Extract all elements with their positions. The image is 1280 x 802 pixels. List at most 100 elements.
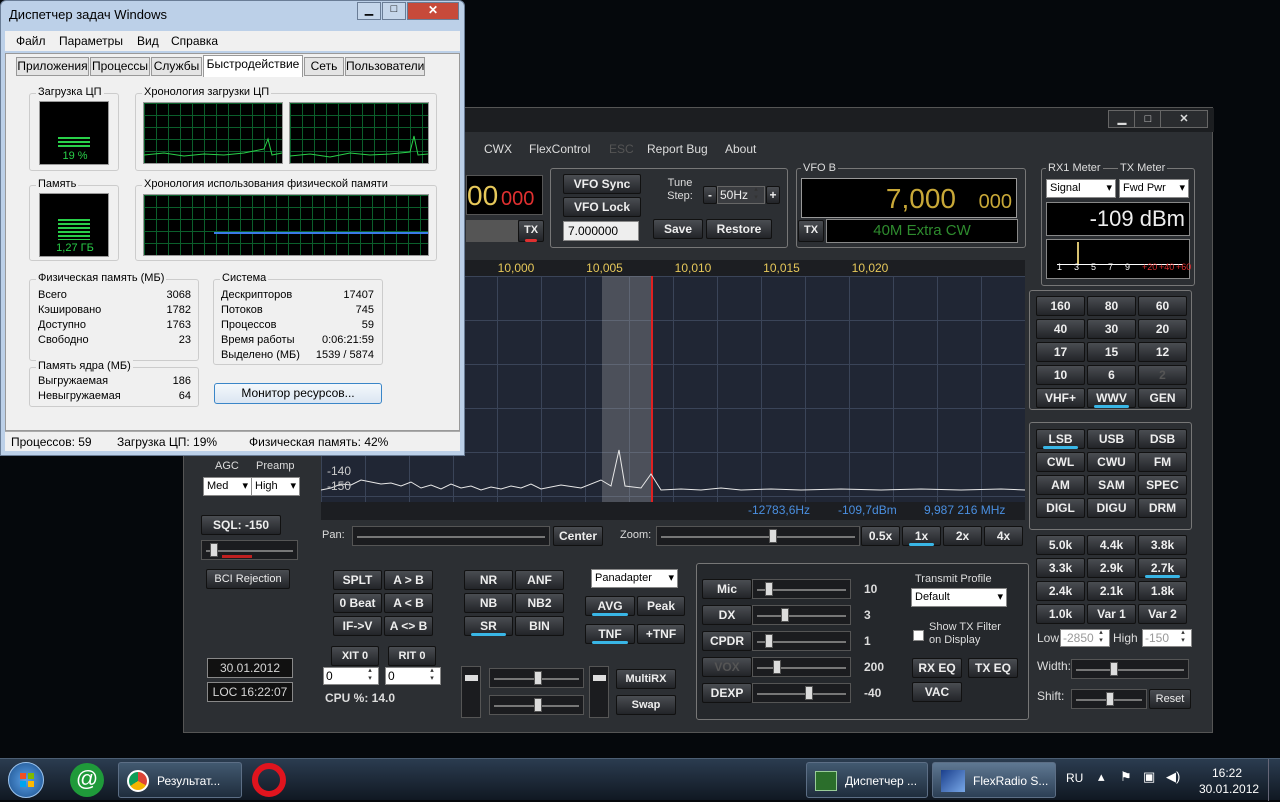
start-button[interactable] <box>8 762 44 798</box>
filter-button-3-8k[interactable]: 3.8k <box>1138 535 1187 555</box>
split-button-if-v[interactable]: IF->V <box>333 616 382 636</box>
zoom-button-0-5x[interactable]: 0.5x <box>861 526 900 546</box>
band-button-12[interactable]: 12 <box>1138 342 1187 362</box>
tx-control-button-mic[interactable]: Mic <box>702 579 752 599</box>
filter-button-3-3k[interactable]: 3.3k <box>1036 558 1085 578</box>
rx-eq-button[interactable]: RX EQ <box>912 658 962 678</box>
band-button-80[interactable]: 80 <box>1087 296 1136 316</box>
filter-button-4-4k[interactable]: 4.4k <box>1087 535 1136 555</box>
mode-button-am[interactable]: AM <box>1036 475 1085 495</box>
band-button-gen[interactable]: GEN <box>1138 388 1187 408</box>
split-button-0-beat[interactable]: 0 Beat <box>333 593 382 613</box>
display-mode-select[interactable]: Panadapter <box>591 569 678 588</box>
band-button-vhf[interactable]: VHF+ <box>1036 388 1085 408</box>
tx-eq-button[interactable]: TX EQ <box>968 658 1018 678</box>
vfo-sync-button[interactable]: VFO Sync <box>563 174 641 194</box>
peak-button[interactable]: Peak <box>637 596 685 616</box>
tnf-button[interactable]: TNF <box>585 624 635 644</box>
tm-menu-file[interactable]: Файл <box>16 34 46 48</box>
close-button[interactable]: ✕ <box>1160 110 1208 128</box>
filter-low-field[interactable]: -2850 <box>1060 628 1110 647</box>
language-indicator[interactable]: RU <box>1066 771 1083 785</box>
taskbar-item-flexradio[interactable]: FlexRadio S... <box>932 762 1056 798</box>
tab-users[interactable]: Пользователи <box>345 57 425 76</box>
split-button-a-b[interactable]: A > B <box>384 570 433 590</box>
dsp-button-nb2[interactable]: NB2 <box>515 593 564 613</box>
minimize-button[interactable]: ▁ <box>1108 110 1136 128</box>
bci-rejection-button[interactable]: BCI Rejection <box>206 569 290 589</box>
mode-button-fm[interactable]: FM <box>1138 452 1187 472</box>
band-button-40[interactable]: 40 <box>1036 319 1085 339</box>
network-icon[interactable]: ▣ <box>1143 769 1155 785</box>
vfoa-tx-button[interactable]: TX <box>518 220 544 242</box>
tune-step-field[interactable]: 50Hz <box>717 185 765 204</box>
zoom-button-1x[interactable]: 1x <box>902 526 941 546</box>
mode-button-cwl[interactable]: CWL <box>1036 452 1085 472</box>
dsp-button-sr[interactable]: SR <box>464 616 513 636</box>
band-button-30[interactable]: 30 <box>1087 319 1136 339</box>
tm-menu-view[interactable]: Вид <box>137 34 159 48</box>
vfo-lock-button[interactable]: VFO Lock <box>563 197 641 217</box>
tx-control-slider-vox[interactable] <box>752 657 851 677</box>
dsp-button-nb[interactable]: NB <box>464 593 513 613</box>
tab-network[interactable]: Сеть <box>304 57 344 76</box>
vertical-slider-left[interactable] <box>461 666 481 718</box>
xit-field[interactable]: 0 <box>323 666 379 685</box>
tm-maximize-button[interactable]: □ <box>382 2 406 20</box>
filter-button-2-9k[interactable]: 2.9k <box>1087 558 1136 578</box>
main-volume-slider[interactable] <box>489 668 584 688</box>
transmit-profile-select[interactable]: Default <box>911 588 1007 607</box>
mode-button-sam[interactable]: SAM <box>1087 475 1136 495</box>
band-button-wwv[interactable]: WWV <box>1087 388 1136 408</box>
tab-performance[interactable]: Быстродействие <box>203 55 303 77</box>
dsp-button-anf[interactable]: ANF <box>515 570 564 590</box>
tx-control-slider-mic[interactable] <box>752 579 851 599</box>
maximize-button[interactable]: □ <box>1134 110 1162 128</box>
tx-control-thumb-cpdr[interactable] <box>765 634 773 648</box>
tx-control-thumb-dx[interactable] <box>781 608 789 622</box>
agc-select[interactable]: Med <box>203 477 252 496</box>
vfob-tx-button[interactable]: TX <box>798 220 824 242</box>
mode-button-usb[interactable]: USB <box>1087 429 1136 449</box>
menu-cwx[interactable]: CWX <box>484 142 512 156</box>
resource-monitor-button[interactable]: Монитор ресурсов... <box>214 383 382 404</box>
menu-about[interactable]: About <box>725 142 756 156</box>
taskbar-item-taskmgr[interactable]: Диспетчер ... <box>806 762 928 798</box>
preamp-select[interactable]: High <box>251 477 300 496</box>
mode-button-lsb[interactable]: LSB <box>1036 429 1085 449</box>
shift-slider[interactable] <box>1071 689 1147 709</box>
tx-control-slider-dexp[interactable] <box>752 683 851 703</box>
sub-volume-slider[interactable] <box>489 695 584 715</box>
restore-button[interactable]: Restore <box>706 219 772 239</box>
center-button[interactable]: Center <box>553 526 603 546</box>
tune-step-plus[interactable]: + <box>766 186 780 204</box>
vfoa-display[interactable]: 00 000 <box>466 175 543 215</box>
show-tx-filter-checkbox[interactable] <box>913 630 924 641</box>
band-button-15[interactable]: 15 <box>1087 342 1136 362</box>
mode-button-spec[interactable]: SPEC <box>1138 475 1187 495</box>
zoom-slider[interactable] <box>656 526 860 546</box>
band-button-2[interactable]: 2 <box>1138 365 1187 385</box>
volume-icon[interactable]: ◀) <box>1166 769 1180 785</box>
filter-button-1-8k[interactable]: 1.8k <box>1138 581 1187 601</box>
rit-button[interactable]: RIT 0 <box>388 646 436 666</box>
tx-control-button-dx[interactable]: DX <box>702 605 752 625</box>
tx-meter-select[interactable]: Fwd Pwr <box>1119 179 1189 198</box>
mode-button-digl[interactable]: DIGL <box>1036 498 1085 518</box>
filter-button-2-4k[interactable]: 2.4k <box>1036 581 1085 601</box>
tx-control-thumb-mic[interactable] <box>765 582 773 596</box>
clock-time[interactable]: 16:22 <box>1212 766 1242 780</box>
tm-menu-help[interactable]: Справка <box>171 34 218 48</box>
tx-control-slider-cpdr[interactable] <box>752 631 851 651</box>
band-button-17[interactable]: 17 <box>1036 342 1085 362</box>
vac-button[interactable]: VAC <box>912 682 962 702</box>
rit-field[interactable]: 0 <box>385 666 441 685</box>
menu-flexcontrol[interactable]: FlexControl <box>529 142 590 156</box>
opera-icon[interactable] <box>252 763 286 797</box>
tune-step-minus[interactable]: - <box>703 186 717 204</box>
taskbar-item-browser[interactable]: Результат... <box>118 762 242 798</box>
clock-date[interactable]: 30.01.2012 <box>1199 782 1259 796</box>
save-button[interactable]: Save <box>653 219 703 239</box>
multirx-button[interactable]: MultiRX <box>616 669 676 689</box>
filter-button-2-1k[interactable]: 2.1k <box>1087 581 1136 601</box>
